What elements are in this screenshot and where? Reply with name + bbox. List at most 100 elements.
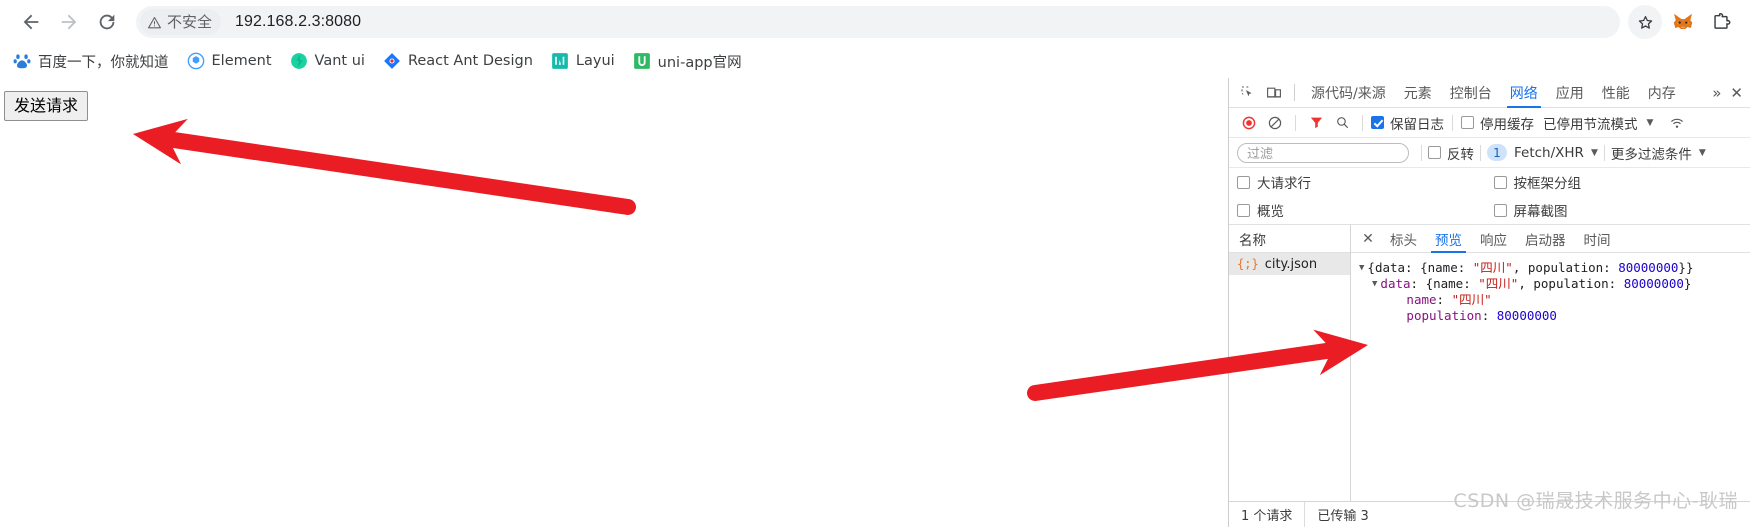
options-row-1: 大请求行 按框架分组 bbox=[1237, 168, 1750, 196]
json-preview-line[interactable]: population: 80000000 bbox=[1359, 308, 1750, 324]
reload-button[interactable] bbox=[88, 3, 126, 41]
forward-button[interactable] bbox=[50, 3, 88, 41]
request-row-city-json[interactable]: {;} city.json bbox=[1229, 253, 1350, 275]
request-name: city.json bbox=[1264, 256, 1318, 272]
detail-tab-initiator[interactable]: 启动器 bbox=[1516, 225, 1575, 253]
warning-triangle-icon bbox=[148, 16, 161, 28]
preserve-log-checkbox[interactable]: 保留日志 bbox=[1371, 113, 1444, 133]
network-conditions-button[interactable] bbox=[1665, 111, 1689, 135]
checkbox-box[interactable] bbox=[1493, 175, 1507, 189]
bookmark-item-element[interactable]: Element bbox=[178, 48, 281, 74]
json-token: {data: {name: bbox=[1367, 260, 1473, 275]
tab-elements[interactable]: 元素 bbox=[1395, 78, 1441, 108]
devtools-tabbar: 源代码/来源 元素 控制台 网络 应用 性能 内存 » ✕ bbox=[1229, 78, 1750, 108]
checkbox-box[interactable] bbox=[1371, 116, 1384, 129]
json-preview-line[interactable]: name: "四川" bbox=[1359, 292, 1750, 308]
json-preview-line[interactable]: ▼ data: {name: "四川", population: 80000000… bbox=[1359, 276, 1750, 292]
layui-icon bbox=[552, 53, 568, 69]
extensions-button[interactable] bbox=[1704, 5, 1738, 39]
json-token: data bbox=[1380, 276, 1411, 291]
checkbox-box[interactable] bbox=[1493, 203, 1507, 217]
tab-application[interactable]: 应用 bbox=[1547, 78, 1593, 108]
disable-cache-checkbox[interactable]: 停用缓存 bbox=[1461, 113, 1534, 133]
disclosure-triangle-icon[interactable]: ▼ bbox=[1359, 260, 1364, 276]
detail-tab-response[interactable]: 响应 bbox=[1471, 225, 1516, 253]
metamask-extension-button[interactable] bbox=[1666, 5, 1700, 39]
tab-memory[interactable]: 内存 bbox=[1639, 78, 1685, 108]
json-token: 80000000 bbox=[1618, 260, 1679, 275]
tab-console[interactable]: 控制台 bbox=[1441, 78, 1501, 108]
json-token: population bbox=[1406, 308, 1482, 323]
chevron-double-right-icon[interactable]: » bbox=[1708, 84, 1725, 102]
preserve-log-label: 保留日志 bbox=[1390, 116, 1444, 133]
filter-toggle-button[interactable] bbox=[1304, 111, 1328, 135]
detail-tab-headers[interactable]: 标头 bbox=[1381, 225, 1426, 253]
json-preview-line[interactable]: ▼ {data: {name: "四川", population: 8000000… bbox=[1359, 260, 1750, 276]
search-button[interactable] bbox=[1330, 111, 1354, 135]
network-body: 名称 {;} city.json ✕ 标头 预览 响应 启动器 时间 ▼ {dat… bbox=[1229, 225, 1750, 501]
json-token: } bbox=[1683, 276, 1692, 291]
invert-checkbox[interactable]: 反转 bbox=[1428, 143, 1474, 163]
checkbox-box[interactable] bbox=[1428, 146, 1441, 159]
bookmark-item-vant-ui[interactable]: Vant ui bbox=[281, 48, 374, 74]
address-bar-url[interactable]: 192.168.2.3:8080 bbox=[235, 13, 361, 31]
tab-sources[interactable]: 源代码/来源 bbox=[1302, 78, 1395, 108]
security-status-chip[interactable]: 不安全 bbox=[140, 9, 222, 35]
record-stop-icon bbox=[1242, 116, 1256, 129]
json-token: : bbox=[1481, 308, 1497, 323]
detail-tab-preview[interactable]: 预览 bbox=[1426, 225, 1471, 253]
bookmark-item-uniapp[interactable]: uni-app官网 bbox=[624, 48, 751, 74]
close-icon[interactable]: ✕ bbox=[1355, 231, 1381, 247]
checkbox-box[interactable] bbox=[1461, 116, 1474, 129]
json-token: 80000000 bbox=[1623, 276, 1684, 291]
big-request-rows-checkbox[interactable]: 大请求行 bbox=[1237, 172, 1494, 192]
chevron-down-icon[interactable]: ▼ bbox=[1647, 118, 1654, 128]
divider bbox=[1452, 114, 1453, 131]
json-token: : bbox=[1436, 292, 1452, 307]
bookmark-label: React Ant Design bbox=[407, 53, 533, 69]
throttling-select[interactable]: 已停用节流模式 bbox=[1543, 113, 1638, 133]
puzzle-piece-icon bbox=[1714, 13, 1731, 29]
network-filterbar: 过滤 反转 1 Fetch/XHR ▼ 更多过滤条件 ▼ bbox=[1229, 138, 1750, 168]
json-preview-tree[interactable]: ▼ {data: {name: "四川", population: 8000000… bbox=[1351, 253, 1750, 501]
record-button[interactable] bbox=[1237, 111, 1261, 135]
device-toolbar-button[interactable] bbox=[1261, 80, 1287, 106]
search-magnifier-icon bbox=[1336, 117, 1348, 129]
disable-cache-label: 停用缓存 bbox=[1480, 116, 1534, 133]
bookmark-button[interactable] bbox=[1628, 5, 1662, 39]
column-header-name[interactable]: 名称 bbox=[1229, 225, 1350, 253]
omnibox[interactable]: 不安全 192.168.2.3:8080 bbox=[136, 6, 1620, 38]
clear-button[interactable] bbox=[1263, 111, 1287, 135]
devtools-panel: 源代码/来源 元素 控制台 网络 应用 性能 内存 » ✕ 保留日志 停用缓存 … bbox=[1228, 78, 1750, 527]
bookmarks-bar: 百度一下，你就知道 Element Vant ui React Ant Desi… bbox=[0, 44, 1750, 78]
group-by-frame-checkbox[interactable]: 按框架分组 bbox=[1493, 172, 1750, 192]
screenshots-checkbox[interactable]: 屏幕截图 bbox=[1493, 200, 1750, 220]
bookmark-item-layui[interactable]: Layui bbox=[542, 48, 624, 74]
tab-network[interactable]: 网络 bbox=[1501, 78, 1547, 108]
options-row-2: 概览 屏幕截图 bbox=[1237, 196, 1750, 224]
close-icon[interactable]: ✕ bbox=[1725, 84, 1748, 102]
detail-tab-timing[interactable]: 时间 bbox=[1575, 225, 1620, 253]
more-filters-button[interactable]: 更多过滤条件 bbox=[1611, 143, 1692, 163]
filter-input[interactable]: 过滤 bbox=[1237, 142, 1409, 163]
resource-type-filter[interactable]: Fetch/XHR bbox=[1514, 145, 1584, 161]
back-button[interactable] bbox=[12, 3, 50, 41]
star-icon bbox=[1638, 15, 1652, 29]
network-toolbar: 保留日志 停用缓存 已停用节流模式 ▼ bbox=[1229, 108, 1750, 138]
network-options: 大请求行 按框架分组 概览 屏幕截图 bbox=[1229, 168, 1750, 225]
bookmark-item-baidu[interactable]: 百度一下，你就知道 bbox=[4, 48, 178, 74]
checkbox-box[interactable] bbox=[1237, 203, 1250, 217]
chevron-down-icon[interactable]: ▼ bbox=[1591, 148, 1598, 158]
checkbox-box[interactable] bbox=[1237, 175, 1250, 189]
inspect-element-button[interactable] bbox=[1235, 80, 1261, 106]
disclosure-triangle-icon[interactable]: ▼ bbox=[1372, 276, 1377, 292]
tab-performance[interactable]: 性能 bbox=[1593, 78, 1639, 108]
send-request-button[interactable]: 发送请求 bbox=[4, 91, 89, 121]
chevron-down-icon[interactable]: ▼ bbox=[1699, 148, 1706, 158]
bookmark-item-react-ant-design[interactable]: React Ant Design bbox=[374, 48, 542, 74]
overview-checkbox[interactable]: 概览 bbox=[1237, 200, 1494, 220]
json-token: }} bbox=[1678, 260, 1694, 275]
network-request-list: 名称 {;} city.json bbox=[1229, 225, 1351, 501]
divider bbox=[1294, 84, 1295, 101]
detail-tabbar: ✕ 标头 预览 响应 启动器 时间 bbox=[1351, 225, 1750, 253]
